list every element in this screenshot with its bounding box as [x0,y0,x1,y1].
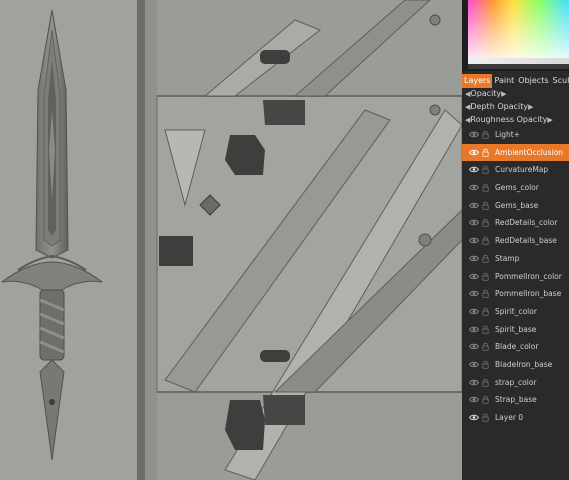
color-picker[interactable] [462,0,569,71]
layer-name: RedDetails_base [495,236,557,246]
layer-name: Spirit_base [495,324,537,334]
eye-icon[interactable] [469,131,479,138]
lock-icon[interactable] [482,325,489,334]
increment-arrow-icon[interactable]: ▶ [528,103,533,111]
lock-icon[interactable] [482,272,489,281]
layer-list: Light+ AmbientOcclusion CurvatureMap Gem… [462,126,569,427]
3d-viewport[interactable] [0,0,137,480]
layer-name: AmbientOcclusion [495,147,563,157]
layer-name: CurvatureMap [495,165,549,175]
layer-row[interactable]: AmbientOcclusion [462,143,569,162]
eye-icon[interactable] [469,166,479,173]
roughness-opacity-label: Opacity [516,115,548,124]
eye-icon[interactable] [469,255,479,262]
layer-row[interactable]: BladeIron_base [462,356,569,374]
tab-objects[interactable]: Objects [516,74,550,88]
tab-layers[interactable]: Layers [462,74,493,88]
lock-icon[interactable] [482,218,489,228]
eye-icon[interactable] [469,273,479,280]
eye-icon[interactable] [469,237,479,244]
layer-name: Gems_color [495,183,539,193]
eye-icon[interactable] [469,219,479,226]
lock-icon[interactable] [482,307,489,316]
sword-model [1,9,103,461]
eye-icon[interactable] [469,379,479,386]
depth-opacity-label: Opacity [497,102,529,111]
right-panel: Layers Paint Objects Sculpt ◀Opacity▶ ◀D… [462,0,569,480]
uv-texture-view[interactable] [145,0,462,480]
eye-icon[interactable] [469,396,479,403]
layer-name: strap_color [495,377,537,387]
roughness-property[interactable]: ◀Roughness Opacity▶ [465,114,553,126]
lock-icon[interactable] [482,148,489,157]
increment-arrow-icon[interactable]: ▶ [547,116,552,124]
lock-icon[interactable] [482,378,489,387]
roughness-label: Roughness [470,115,515,124]
lock-icon[interactable] [482,413,489,422]
layer-name: Spirit_color [495,306,537,316]
increment-arrow-icon[interactable]: ▶ [501,90,506,98]
depth-label: Depth [470,102,495,111]
layer-row[interactable]: Blade_color [462,338,569,356]
layer-name: BladeIron_base [495,359,553,369]
tab-sculpt[interactable]: Sculpt [551,74,569,88]
layer-name: Blade_color [495,342,539,352]
lock-icon[interactable] [482,201,489,210]
lock-icon[interactable] [482,130,489,139]
eye-icon[interactable] [469,343,479,350]
uv-texture-canvas [145,0,462,480]
eye-icon[interactable] [469,290,479,297]
eye-icon[interactable] [469,361,479,368]
layer-row[interactable]: RedDetails_color [462,214,569,232]
panel-tabs: Layers Paint Objects Sculpt [462,74,569,88]
depth-property[interactable]: ◀Depth Opacity▶ [465,101,533,113]
lock-icon[interactable] [482,254,489,263]
layer-row[interactable]: PommelIron_base [462,285,569,303]
layer-name: PommelIron_base [495,289,562,299]
lock-icon[interactable] [482,289,489,298]
layer-row[interactable]: RedDetails_base [462,232,569,250]
eye-icon[interactable] [469,202,479,209]
layer-row[interactable]: Light+ [462,126,569,144]
eye-icon[interactable] [469,326,479,333]
layer-row[interactable]: Gems_base [462,197,569,215]
layer-name: Strap_base [495,395,537,405]
layer-name: Layer 0 [495,413,524,422]
opacity-property[interactable]: ◀Opacity▶ [465,88,507,100]
layer-row[interactable]: PommelIron_color [462,268,569,286]
eye-icon[interactable] [469,149,479,156]
lock-icon[interactable] [482,236,489,245]
layer-name: PommelIron_color [495,271,562,281]
opacity-label: Opacity [470,89,502,98]
color-hue-strip[interactable] [468,64,569,69]
layer-name: RedDetails_color [495,218,558,228]
layer-row[interactable]: Gems_color [462,179,569,197]
layer-name: Stamp [495,253,520,263]
layer-row[interactable]: Spirit_color [462,303,569,321]
lock-icon[interactable] [482,342,489,352]
tab-paint[interactable]: Paint [492,74,516,88]
layer-row[interactable]: Spirit_base [462,321,569,339]
layer-name: Light+ [495,130,521,139]
lock-icon[interactable] [482,165,489,175]
layer-row[interactable]: Stamp [462,250,569,268]
lock-icon[interactable] [482,183,489,192]
color-saturation-value-field[interactable] [468,0,569,58]
layer-name: Gems_base [495,200,539,210]
viewport-splitter[interactable] [137,0,145,480]
lock-icon[interactable] [482,360,489,369]
layer-row[interactable]: Strap_base [462,391,569,409]
eye-icon[interactable] [469,184,479,191]
layer-row[interactable]: strap_color [462,374,569,392]
layer-row[interactable]: CurvatureMap [462,161,569,179]
eye-icon[interactable] [469,414,479,421]
lock-icon[interactable] [482,395,489,405]
layer-row[interactable]: Layer 0 [462,409,569,427]
eye-icon[interactable] [469,308,479,315]
